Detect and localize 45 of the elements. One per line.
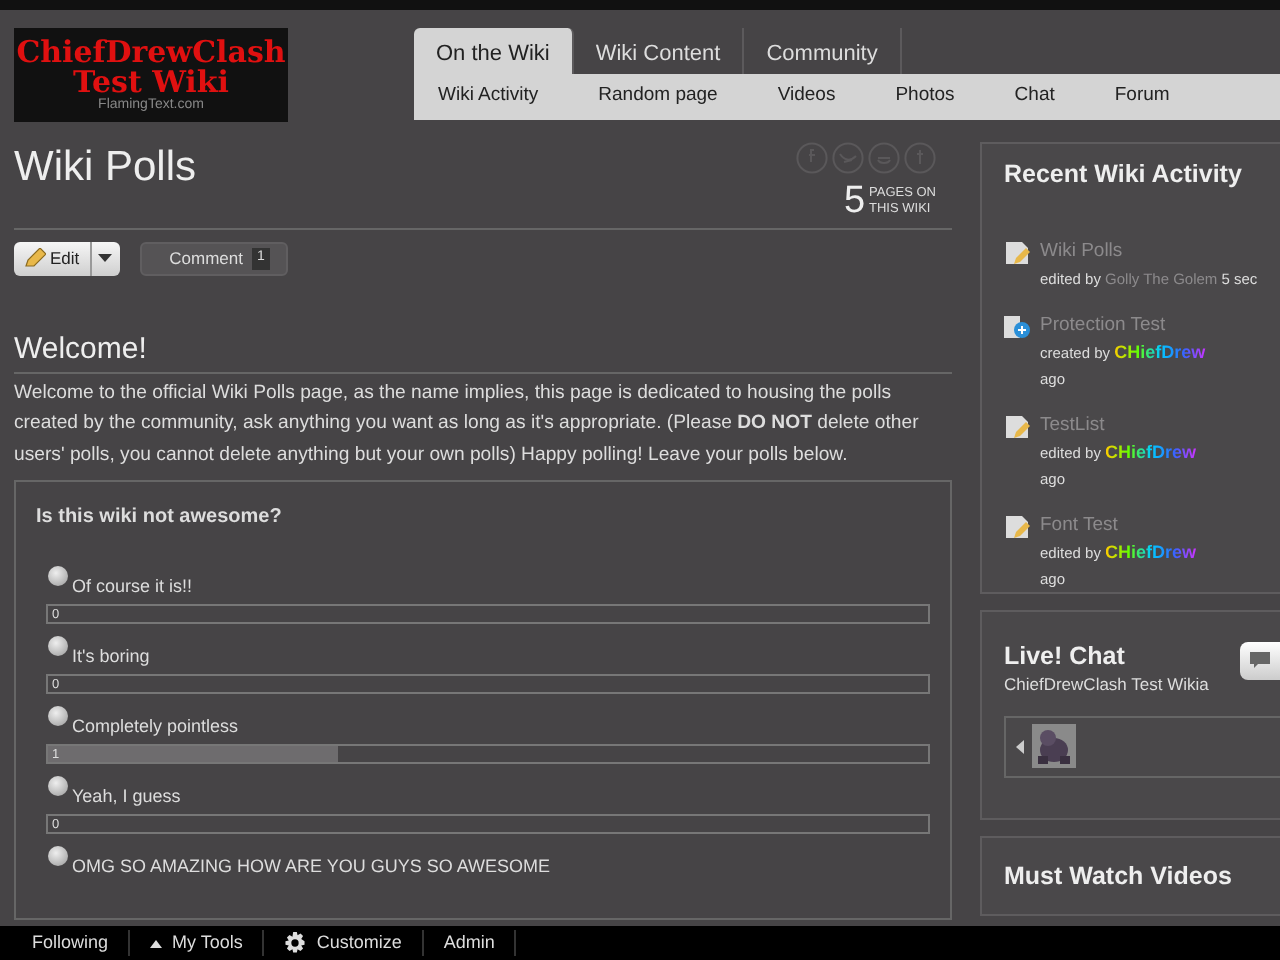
toolbar-link[interactable]: Following [32, 929, 131, 957]
speech-bubble-icon [1250, 652, 1270, 669]
toolbar-link[interactable]: Admin [443, 929, 517, 957]
caret-icon [98, 253, 113, 264]
gear-icon [284, 932, 307, 954]
logo-text: Test Wiki [73, 68, 229, 98]
left-arrow-icon[interactable] [1016, 739, 1024, 754]
wiki-name: ChiefDrewClash Test Wikia [1004, 672, 1209, 698]
nav-link[interactable]: Photos [895, 82, 955, 112]
panel-title: Recent Wiki Activity [1004, 160, 1244, 190]
nav-link[interactable]: Forum [1114, 82, 1170, 112]
radio-button[interactable] [48, 846, 68, 867]
radio-button[interactable] [48, 776, 68, 797]
page-title: Wiki Polls [14, 142, 197, 194]
radio-button[interactable] [48, 636, 68, 657]
edit-page-icon [1004, 514, 1030, 540]
pencil-icon [24, 248, 46, 269]
option-label: Completely pointless [72, 713, 239, 740]
caret-icon [150, 939, 163, 947]
pages-count: 5 [843, 182, 866, 220]
option-label: It's boring [72, 643, 150, 670]
paragraph: Welcome to the official Wiki Polls page, as the name implies, this page is dedicated to housing the polls created by the community, ask anything you want as long as it's appropriate. (Please DO NOT delete other users' polls, you cannot delete anything but your own polls) Happy polling! Leave your polls below. [14, 379, 921, 470]
nav-link[interactable]: Chat [1014, 82, 1055, 112]
option-label: OMG SO AMAZING HOW ARE YOU GUYS SO AWESOME [72, 853, 551, 880]
radio-button[interactable] [48, 566, 68, 587]
edit-page-icon [1004, 414, 1030, 440]
section-heading: Welcome! [14, 331, 952, 374]
new-page-icon [1004, 314, 1030, 340]
nav-link[interactable]: Wiki Activity [438, 82, 539, 112]
nav-tab[interactable]: On the Wiki [414, 28, 574, 74]
edit-menu-button[interactable] [89, 242, 120, 276]
option-label: Yeah, I guess [72, 783, 181, 810]
logo-text: ChiefDrewClash [16, 38, 286, 68]
toolbar-link[interactable]: Customize [284, 929, 424, 957]
poll-question: Is this wiki not awesome? [36, 504, 284, 533]
edit-page-icon [1004, 240, 1030, 266]
radio-button[interactable] [48, 706, 68, 727]
nav-link[interactable]: Videos [777, 82, 836, 112]
toolbar-link[interactable]: My Tools [150, 929, 265, 957]
chat-button[interactable] [1240, 642, 1280, 680]
panel-title: Must Watch Videos [1004, 862, 1234, 892]
panel-title: Live! Chat [1004, 642, 1127, 672]
nav-link[interactable]: Random page [598, 82, 718, 112]
option-label: Of course it is!! [72, 573, 193, 600]
edit-button[interactable]: Edit [14, 242, 90, 276]
